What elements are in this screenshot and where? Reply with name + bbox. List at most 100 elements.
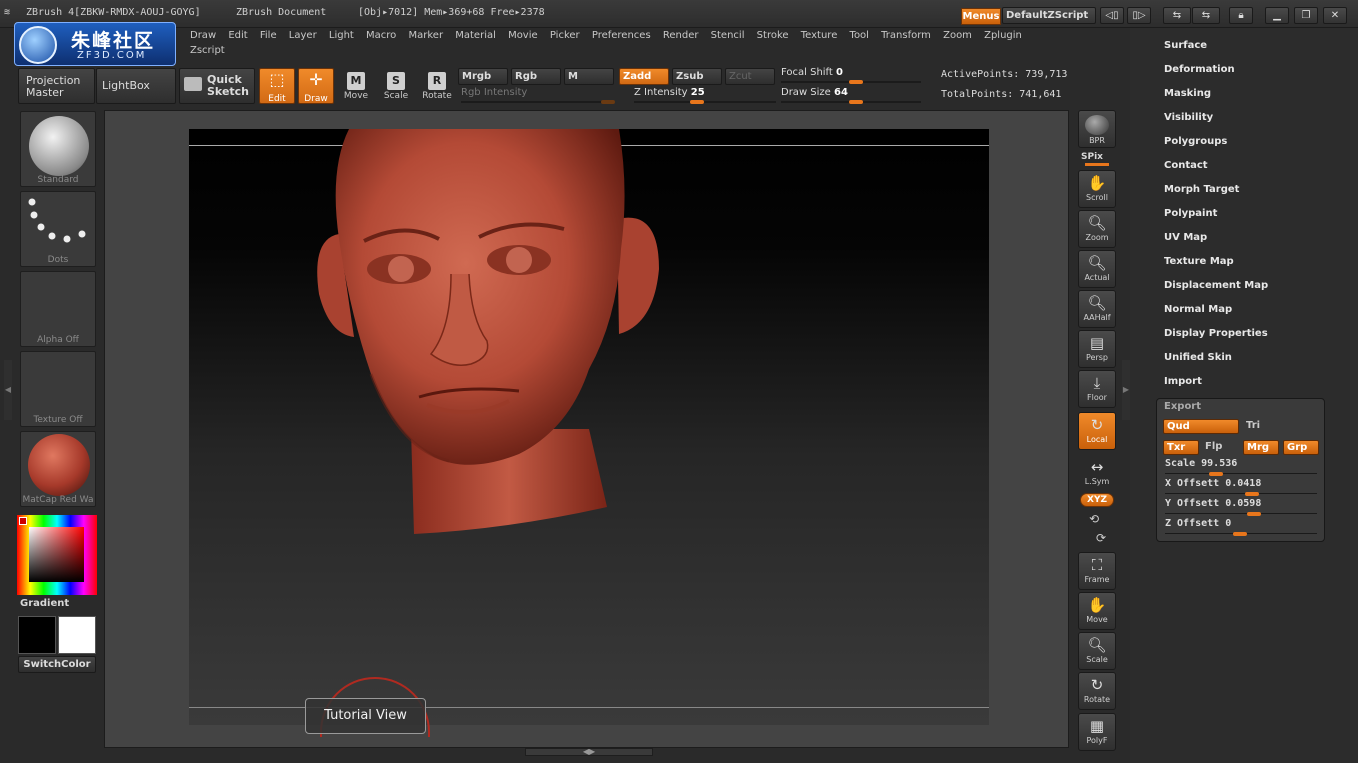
menu-picker[interactable]: Picker <box>545 28 585 43</box>
menu-texture[interactable]: Texture <box>796 28 843 43</box>
z-intensity-slider[interactable]: Z Intensity 25 <box>634 87 776 104</box>
tray-item-deformation[interactable]: Deformation <box>1164 64 1235 75</box>
menu-material[interactable]: Material <box>450 28 501 43</box>
rotate-view-button[interactable]: ↻ Rotate <box>1078 672 1116 710</box>
menu-macro[interactable]: Macro <box>361 28 401 43</box>
undock-left-icon[interactable]: ⇆ <box>1163 7 1191 24</box>
draw-size-slider[interactable]: Draw Size 64 <box>781 87 921 104</box>
menu-stroke[interactable]: Stroke <box>752 28 794 43</box>
txr-button[interactable]: Txr <box>1163 440 1199 455</box>
y-offset-slider[interactable]: Y Offsett 0.0598 <box>1165 498 1317 516</box>
scale-button[interactable]: S Scale <box>376 70 416 106</box>
script-button[interactable]: DefaultZScript <box>1002 7 1096 24</box>
menu-transform[interactable]: Transform <box>876 28 936 43</box>
flp-button[interactable]: Flp <box>1202 440 1238 455</box>
tray-item-morph-target[interactable]: Morph Target <box>1164 184 1239 195</box>
spix-slider[interactable] <box>1085 163 1109 166</box>
move-button[interactable]: M Move <box>336 70 376 106</box>
tray-item-uv-map[interactable]: UV Map <box>1164 232 1207 243</box>
close-icon[interactable]: ✕ <box>1323 7 1347 24</box>
mrg-button[interactable]: Mrg <box>1243 440 1279 455</box>
alpha-selector[interactable]: Alpha Off <box>20 271 96 347</box>
qud-button[interactable]: Qud <box>1163 419 1239 434</box>
bpr-button[interactable]: BPR <box>1078 110 1116 148</box>
scale-slider[interactable]: Scale 99.536 <box>1165 458 1317 476</box>
menu-marker[interactable]: Marker <box>403 28 448 43</box>
tray-item-visibility[interactable]: Visibility <box>1164 112 1213 123</box>
rgb-intensity-slider[interactable]: Rgb Intensity <box>461 87 615 104</box>
tray-item-import[interactable]: Import <box>1164 376 1202 387</box>
maximize-icon[interactable]: ❐ <box>1294 7 1318 24</box>
layout-right-icon[interactable]: ▯▷ <box>1127 7 1151 24</box>
material-selector[interactable]: MatCap Red Wa <box>20 431 96 507</box>
tray-item-texture-map[interactable]: Texture Map <box>1164 256 1234 267</box>
menu-light[interactable]: Light <box>324 28 359 43</box>
color-picker[interactable] <box>17 515 97 595</box>
grp-button[interactable]: Grp <box>1283 440 1319 455</box>
tray-item-contact[interactable]: Contact <box>1164 160 1208 171</box>
quick-sketch-button[interactable]: Quick Sketch <box>179 68 255 104</box>
lightbox-button[interactable]: LightBox <box>96 68 176 104</box>
rotate-z-icon[interactable]: ⟳ <box>1096 531 1106 545</box>
left-tray-toggle-icon[interactable]: ◀ <box>4 360 12 420</box>
zadd-button[interactable]: Zadd <box>619 68 669 85</box>
menu-draw[interactable]: Draw <box>185 28 221 43</box>
frame-button[interactable]: ⛶ Frame <box>1078 552 1116 590</box>
m-button[interactable]: M <box>564 68 614 85</box>
tray-item-surface[interactable]: Surface <box>1164 40 1207 51</box>
spix-label[interactable]: SPix <box>1081 152 1103 162</box>
z-offset-slider[interactable]: Z Offsett 0 <box>1165 518 1317 536</box>
local-button[interactable]: ↻ Local <box>1078 412 1116 450</box>
menu-tool[interactable]: Tool <box>845 28 874 43</box>
color-square[interactable] <box>29 527 84 582</box>
stroke-selector[interactable]: Dots <box>20 191 96 267</box>
menu-stencil[interactable]: Stencil <box>706 28 750 43</box>
menu-zoom[interactable]: Zoom <box>938 28 977 43</box>
menu-zplugin[interactable]: Zplugin <box>979 28 1027 43</box>
viewport-canvas[interactable] <box>189 129 989 725</box>
bottom-tray-toggle-icon[interactable]: ◀▶ <box>525 748 653 756</box>
minimize-icon[interactable]: ▁ <box>1265 7 1289 24</box>
lock-icon[interactable]: 🔒︎ <box>1229 7 1253 24</box>
scale-view-button[interactable]: 🔍︎ Scale <box>1078 632 1116 670</box>
tray-item-polygroups[interactable]: Polygroups <box>1164 136 1227 147</box>
move-view-button[interactable]: ✋ Move <box>1078 592 1116 630</box>
menu-render[interactable]: Render <box>658 28 704 43</box>
zsub-button[interactable]: Zsub <box>672 68 722 85</box>
tray-item-masking[interactable]: Masking <box>1164 88 1211 99</box>
edit-button[interactable]: ⬚ Edit <box>259 68 295 104</box>
layout-left-icon[interactable]: ◁▯ <box>1100 7 1124 24</box>
zoom-button[interactable]: 🔍︎ Zoom <box>1078 210 1116 248</box>
export-title[interactable]: Export <box>1164 401 1201 412</box>
menus-button[interactable]: Menus <box>961 8 1001 25</box>
x-offset-slider[interactable]: X Offsett 0.0418 <box>1165 478 1317 496</box>
right-tray-toggle-icon[interactable]: ▶ <box>1122 360 1130 420</box>
menu-movie[interactable]: Movie <box>503 28 543 43</box>
lsym-button[interactable]: ↔ L.Sym <box>1078 455 1116 493</box>
rotate-y-icon[interactable]: ⟲ <box>1089 512 1099 526</box>
rgb-button[interactable]: Rgb <box>511 68 561 85</box>
xyz-button[interactable]: XYZ <box>1080 493 1114 507</box>
switch-color-button[interactable]: SwitchColor <box>18 656 96 673</box>
gradient-label[interactable]: Gradient <box>20 598 69 609</box>
tri-button[interactable]: Tri <box>1243 419 1319 434</box>
floor-button[interactable]: ⤓ Floor <box>1078 370 1116 408</box>
tray-item-polypaint[interactable]: Polypaint <box>1164 208 1217 219</box>
mrgb-button[interactable]: Mrgb <box>458 68 508 85</box>
menu-layer[interactable]: Layer <box>284 28 322 43</box>
menu-preferences[interactable]: Preferences <box>587 28 656 43</box>
aahalf-button[interactable]: 🔍︎ AAHalf <box>1078 290 1116 328</box>
projection-master-button[interactable]: Projection Master <box>18 68 95 104</box>
zcut-button[interactable]: Zcut <box>725 68 775 85</box>
brush-selector[interactable]: Standard <box>20 111 96 187</box>
primary-color-swatch[interactable] <box>18 616 56 654</box>
scroll-button[interactable]: ✋ Scroll <box>1078 170 1116 208</box>
tray-item-display-properties[interactable]: Display Properties <box>1164 328 1268 339</box>
focal-shift-slider[interactable]: Focal Shift 0 <box>781 67 921 84</box>
polyf-button[interactable]: ▦ PolyF <box>1078 713 1116 751</box>
tray-item-normal-map[interactable]: Normal Map <box>1164 304 1232 315</box>
menu-file[interactable]: File <box>255 28 282 43</box>
texture-selector[interactable]: Texture Off <box>20 351 96 427</box>
rotate-button[interactable]: R Rotate <box>417 70 457 106</box>
actual-button[interactable]: 🔍︎ Actual <box>1078 250 1116 288</box>
